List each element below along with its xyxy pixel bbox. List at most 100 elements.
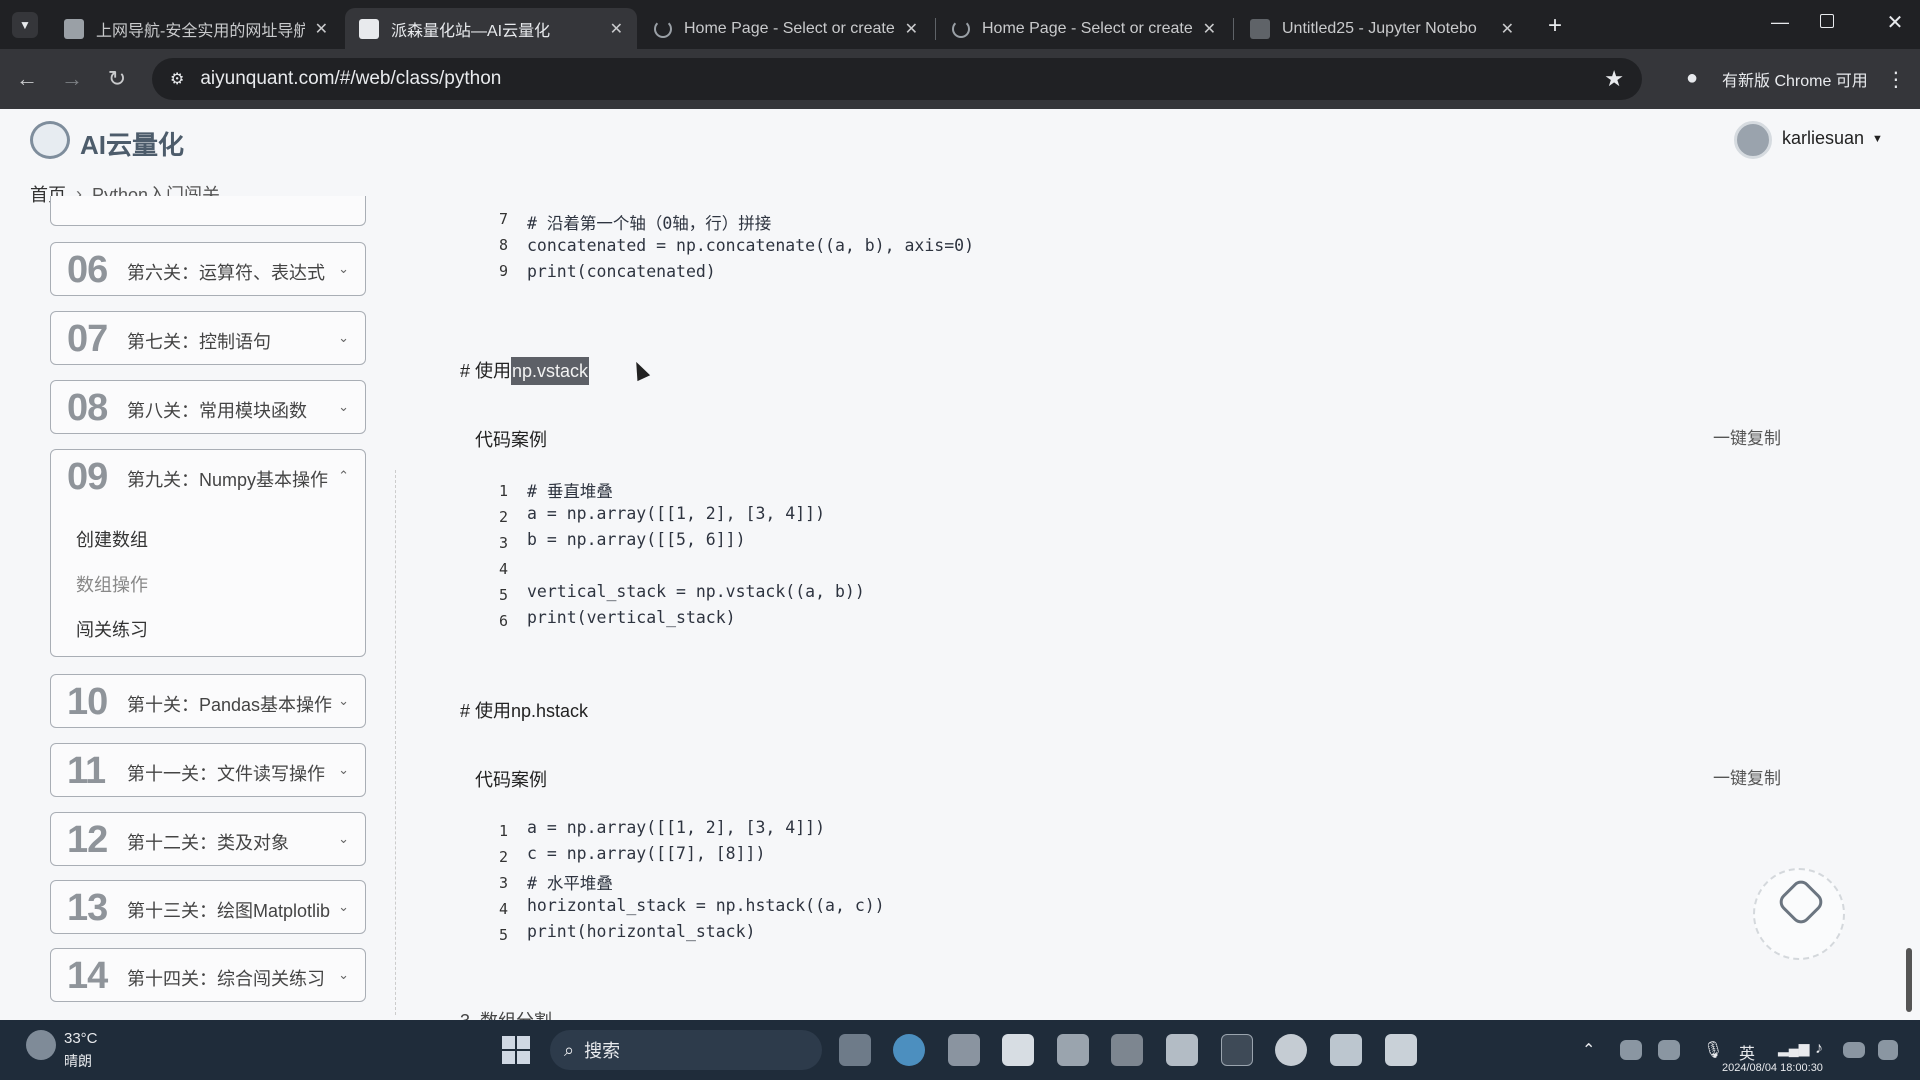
address-bar[interactable]: ⚙ aiyunquant.com/#/web/class/python ★	[152, 58, 1642, 100]
chevron-up-icon: ⌃	[338, 468, 349, 483]
ime-indicator[interactable]: 英	[1739, 1040, 1755, 1064]
notification-icon[interactable]	[1878, 1040, 1898, 1060]
tab-home-page-2[interactable]: Home Page - Select or create ✕	[938, 8, 1230, 49]
photos-icon[interactable]	[1330, 1034, 1362, 1066]
bookmark-star-icon[interactable]: ★	[1604, 66, 1624, 92]
tab-home-page-1[interactable]: Home Page - Select or create ✕	[640, 8, 932, 49]
tools-icon[interactable]	[1385, 1034, 1417, 1066]
menu-kebab-icon[interactable]: ⋮	[1886, 67, 1906, 92]
edge-icon[interactable]	[893, 1034, 925, 1066]
close-icon[interactable]: ✕	[610, 19, 623, 39]
heading-highlight: np.vstack	[511, 357, 590, 385]
reload-icon[interactable]: ↻	[102, 64, 132, 94]
site-logo-text[interactable]: AI云量化	[80, 125, 184, 162]
mi-icon[interactable]	[1111, 1034, 1143, 1066]
level-number: 10	[67, 681, 108, 723]
chevron-down-icon: ⌄	[338, 330, 349, 345]
weather-text: 晴朗	[64, 1053, 92, 1069]
site-logo-icon[interactable]	[30, 121, 70, 159]
chrome-icon[interactable]	[1275, 1034, 1307, 1066]
tab-search-button[interactable]: ▼	[12, 12, 38, 38]
wechat-icon[interactable]	[1620, 1040, 1642, 1060]
code-line: # 沿着第一个轴（0轴，行）拼接	[527, 214, 772, 233]
chevron-down-icon: ⌄	[338, 762, 349, 777]
ai-assistant-icon[interactable]	[1753, 868, 1845, 960]
close-icon[interactable]: ✕	[1501, 19, 1514, 39]
level-number: 06	[67, 249, 108, 291]
copy-button[interactable]: 一键复制	[1713, 764, 1781, 789]
site-info-icon[interactable]: ⚙	[170, 69, 184, 89]
line-number: 2	[498, 848, 508, 866]
profile-icon[interactable]: ●	[1679, 65, 1705, 91]
update-label: 有新版 Chrome 可用	[1722, 73, 1868, 90]
close-icon[interactable]: ✕	[315, 19, 328, 39]
battery-icon[interactable]	[1843, 1042, 1865, 1058]
microphone-icon[interactable]: 🎙	[1703, 1040, 1723, 1060]
line-number: 1	[498, 822, 508, 840]
volume-icon[interactable]: ♪	[1815, 1040, 1823, 1058]
tab-jupyter[interactable]: Untitled25 - Jupyter Notebo ✕	[1236, 8, 1528, 49]
page-scrollbar[interactable]	[1906, 948, 1912, 1012]
network-icon[interactable]: ▂▄▆	[1778, 1040, 1809, 1057]
url-text: aiyunquant.com/#/web/class/python	[200, 68, 502, 89]
tab-separator	[1233, 18, 1234, 40]
chevron-up-icon[interactable]: ⌃	[1582, 1040, 1595, 1060]
site-favicon-icon	[359, 18, 379, 39]
weather-icon[interactable]	[26, 1030, 56, 1060]
mail-icon[interactable]	[1057, 1034, 1089, 1066]
sidebar-level-13[interactable]: 13 第十三关：绘图Matplotlib ⌄	[50, 880, 366, 934]
tab-nav-site[interactable]: 上网导航-安全实用的网址导航 ✕	[50, 8, 342, 49]
update-chrome-button[interactable]: 有新版 Chrome 可用 ⋮	[1722, 59, 1906, 99]
line-number: 4	[498, 560, 508, 578]
next-section-heading: 3. 数组分割	[460, 1007, 552, 1020]
user-menu[interactable]: karliesuan ▼	[1782, 128, 1883, 149]
back-icon[interactable]: ←	[12, 64, 42, 94]
sidebar-level-08[interactable]: 08 第八关：常用模块函数 ⌄	[50, 380, 366, 434]
store-icon[interactable]	[1002, 1034, 1034, 1066]
ai-knot-icon	[1775, 876, 1827, 928]
sidebar-sub-array-ops[interactable]: 数组操作	[76, 571, 148, 597]
level-number: 11	[67, 750, 106, 792]
minimize-button[interactable]: —	[1765, 12, 1795, 33]
user-avatar[interactable]	[1734, 121, 1772, 159]
level-label: 第十四关：综合闯关练习	[127, 969, 325, 989]
file-explorer-icon[interactable]	[948, 1034, 980, 1066]
cloud-icon[interactable]	[1658, 1040, 1680, 1060]
close-icon[interactable]: ✕	[1203, 19, 1216, 39]
level-number: 13	[67, 887, 108, 929]
word-icon[interactable]	[1166, 1034, 1198, 1066]
clock-datetime[interactable]: 2024/08/04 18:00:30	[1722, 1062, 1823, 1074]
taskbar-search[interactable]: ⌕ 搜索	[550, 1030, 822, 1070]
chevron-down-icon: ⌄	[338, 399, 349, 414]
start-icon[interactable]	[502, 1036, 530, 1064]
level-label: 第十关：Pandas基本操作	[127, 695, 333, 715]
caret-down-icon: ▼	[1872, 132, 1883, 145]
sidebar-level-06[interactable]: 06 第六关：运算符、表达式 ⌄	[50, 242, 366, 296]
line-number: 3	[498, 534, 508, 552]
sidebar-scrollbar[interactable]	[395, 470, 398, 1015]
close-window-button[interactable]: ✕	[1880, 10, 1910, 35]
forward-icon[interactable]: →	[57, 64, 87, 94]
sidebar-sub-practice[interactable]: 闯关练习	[76, 616, 148, 642]
tab-title: 上网导航-安全实用的网址导航	[96, 22, 305, 40]
code-line: horizontal_stack = np.hstack((a, c))	[527, 896, 885, 915]
copy-button[interactable]: 一键复制	[1713, 424, 1781, 449]
terminal-icon[interactable]	[1221, 1034, 1253, 1066]
code-case-label: 代码案例	[475, 430, 547, 450]
sidebar-sub-create-array[interactable]: 创建数组	[76, 526, 148, 552]
restore-button[interactable]	[1820, 14, 1834, 28]
sidebar-level-10[interactable]: 10 第十关：Pandas基本操作 ⌄	[50, 674, 366, 728]
sidebar-level-11[interactable]: 11 第十一关：文件读写操作 ⌄	[50, 743, 366, 797]
close-icon[interactable]: ✕	[905, 19, 918, 39]
level-label: 第十二关：类及对象	[127, 833, 289, 853]
sidebar-level-07[interactable]: 07 第七关：控制语句 ⌄	[50, 311, 366, 365]
task-view-icon[interactable]	[839, 1034, 871, 1066]
tab-aiyunquant[interactable]: 派森量化站—AI云量化 ✕	[345, 8, 637, 49]
new-tab-button[interactable]: +	[1540, 12, 1570, 42]
tab-title: Home Page - Select or create	[982, 19, 1193, 37]
chevron-down-icon: ⌄	[338, 261, 349, 276]
sidebar-level-12[interactable]: 12 第十二关：类及对象 ⌄	[50, 812, 366, 866]
search-icon: ⌕	[564, 1039, 575, 1060]
level-label: 第十一关：文件读写操作	[127, 764, 325, 784]
sidebar-level-14[interactable]: 14 第十四关：综合闯关练习 ⌄	[50, 948, 366, 1002]
